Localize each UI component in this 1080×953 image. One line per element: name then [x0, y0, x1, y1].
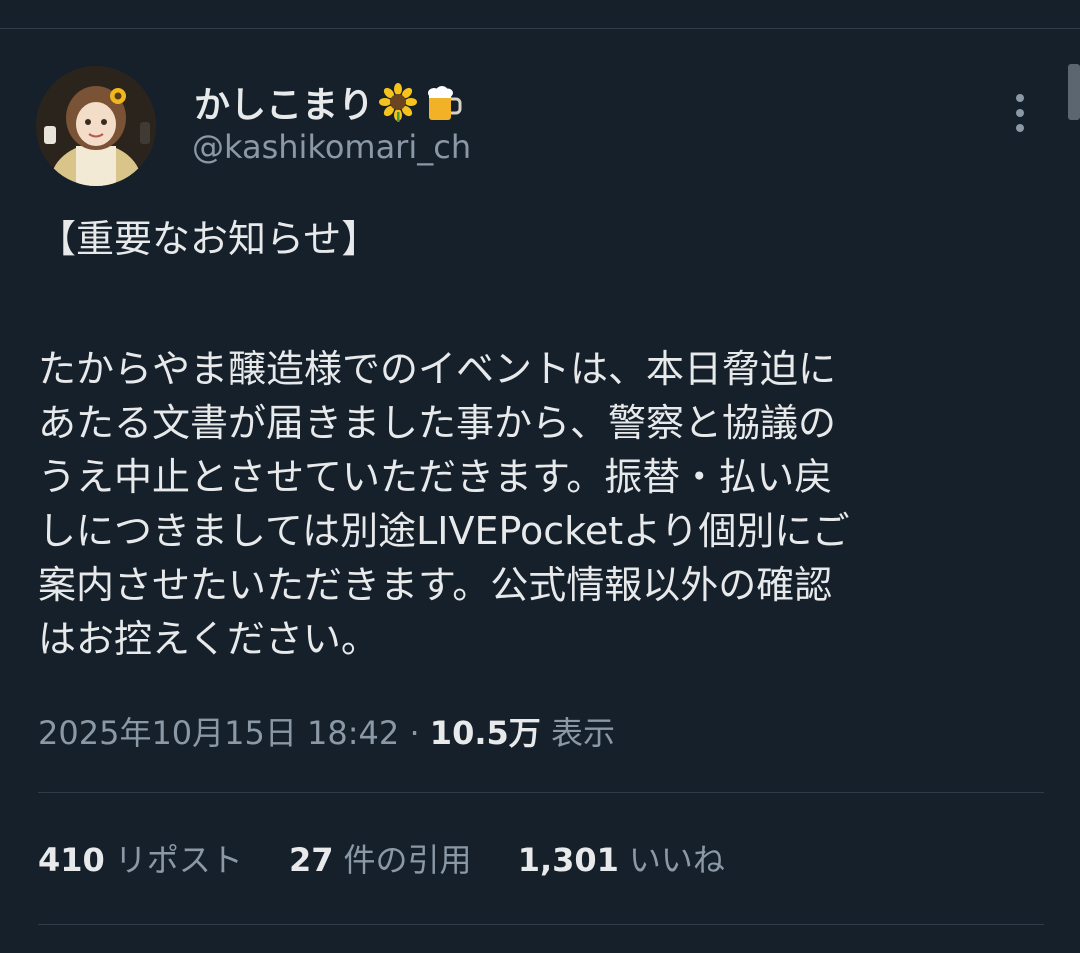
tweet-heading: 【重要なお知らせ】: [38, 217, 380, 261]
timestamp-link[interactable]: 2025年10月15日 18:42: [38, 714, 399, 752]
likes-stat[interactable]: 1,301 いいね: [518, 834, 725, 886]
reposts-count: 410: [38, 841, 105, 879]
quotes-count: 27: [288, 841, 334, 879]
sunflower-icon: [378, 82, 418, 122]
tweet-line: 案内させたいただきます。公式情報以外の確認: [38, 563, 833, 607]
more-options-button[interactable]: [1004, 90, 1036, 138]
scrollbar-thumb[interactable]: [1068, 64, 1080, 120]
quotes-stat[interactable]: 27 件の引用: [289, 834, 472, 886]
tweet-meta: 2025年10月15日 18:42 · 10.5万 表示: [38, 708, 615, 758]
engagement-stats: 410 リポスト 27 件の引用 1,301 いいね: [38, 834, 761, 886]
tweet-paragraph-break: [38, 266, 1018, 342]
avatar-image: [36, 66, 156, 186]
quotes-label: 件の引用: [343, 841, 472, 879]
tweet-text: 【重要なお知らせ】 たからやま醸造様でのイベントは、本日脅迫に あたる文書が届き…: [38, 212, 1018, 666]
divider: [38, 924, 1044, 925]
divider: [38, 792, 1044, 793]
more-vertical-icon: [1016, 94, 1024, 132]
likes-count: 1,301: [517, 841, 619, 879]
reposts-label: リポスト: [114, 841, 243, 879]
tweet-detail-page: かしこまり @kashikomari_ch 【重要なお知らせ】 たからやま醸造様…: [0, 0, 1080, 953]
views-count: 10.5万: [429, 714, 541, 752]
avatar[interactable]: [36, 66, 156, 186]
display-name-text: かしこまり: [194, 85, 375, 126]
meta-separator: ·: [399, 714, 430, 752]
tweet-line: たからやま醸造様でのイベントは、本日脅迫に: [38, 347, 837, 391]
top-divider: [0, 28, 1080, 29]
display-name[interactable]: かしこまり: [194, 78, 462, 126]
likes-label: いいね: [628, 841, 725, 879]
views-label: 表示: [540, 714, 615, 752]
tweet-line: しにつきましては別途LIVEPocketより個別にご: [38, 509, 850, 553]
reposts-stat[interactable]: 410 リポスト: [38, 834, 243, 886]
tweet-line: あたる文書が届きました事から、警察と協議の: [38, 401, 837, 445]
tweet-line: はお控えください。: [38, 617, 379, 661]
beer-mug-icon: [422, 82, 462, 122]
tweet-line: うえ中止とさせていただきます。振替・払い戻: [38, 455, 833, 499]
user-handle[interactable]: @kashikomari_ch: [192, 128, 471, 166]
